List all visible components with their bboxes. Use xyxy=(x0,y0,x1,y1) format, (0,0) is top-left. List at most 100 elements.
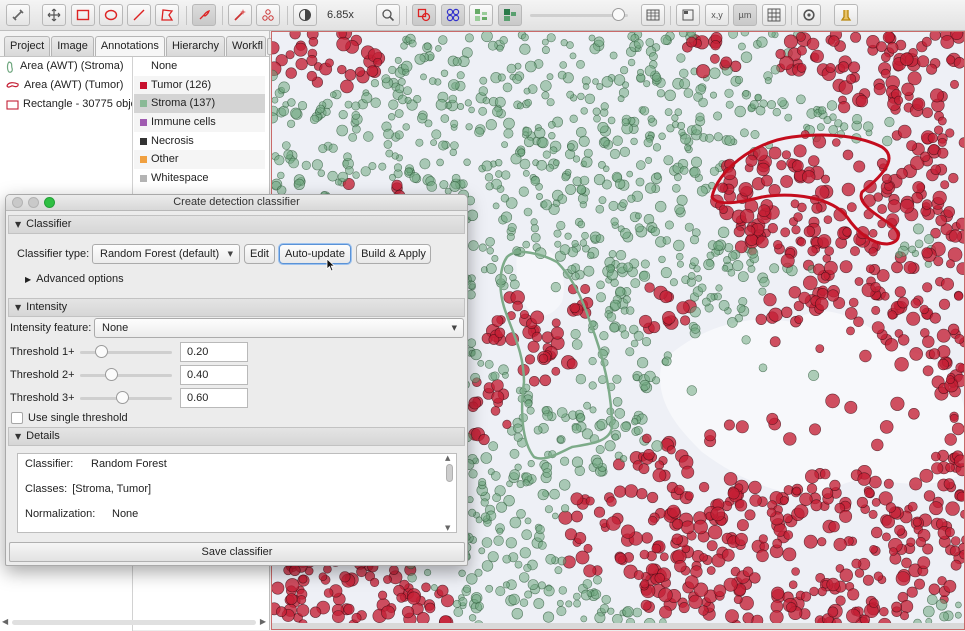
stroma-cell-detection[interactable] xyxy=(519,573,529,583)
tumor-cell-detection[interactable] xyxy=(957,492,965,501)
stroma-cell-detection[interactable] xyxy=(394,164,402,172)
stroma-cell-detection[interactable] xyxy=(284,150,293,159)
stroma-cell-detection[interactable] xyxy=(479,87,488,96)
stroma-cell-detection[interactable] xyxy=(737,304,745,312)
stroma-cell-detection[interactable] xyxy=(453,600,460,607)
tumor-cell-detection[interactable] xyxy=(782,151,791,160)
threshold-3-field[interactable]: 0.60 xyxy=(180,388,248,408)
stroma-cell-detection[interactable] xyxy=(661,35,671,45)
tumor-cell-detection[interactable] xyxy=(662,311,675,324)
stroma-cell-detection[interactable] xyxy=(654,173,661,180)
tumor-cell-detection[interactable] xyxy=(882,533,890,541)
stroma-cell-detection[interactable] xyxy=(512,608,523,619)
stroma-cell-detection[interactable] xyxy=(771,65,780,74)
stroma-cell-detection[interactable] xyxy=(913,224,923,234)
wand-tool-icon[interactable] xyxy=(228,4,252,26)
stroma-cell-detection[interactable] xyxy=(382,75,390,83)
stroma-cell-detection[interactable] xyxy=(651,227,660,236)
tumor-cell-detection[interactable] xyxy=(290,565,301,576)
tumor-cell-detection[interactable] xyxy=(910,347,923,360)
stroma-cell-detection[interactable] xyxy=(645,66,656,77)
tumor-cell-detection[interactable] xyxy=(870,545,878,553)
stroma-cell-detection[interactable] xyxy=(707,252,714,259)
tumor-cell-detection[interactable] xyxy=(810,587,819,596)
stroma-cell-detection[interactable] xyxy=(525,518,531,524)
stroma-cell-detection[interactable] xyxy=(770,264,779,273)
tumor-cell-detection[interactable] xyxy=(332,611,344,623)
stroma-cell-detection[interactable] xyxy=(940,612,949,621)
tumor-cell-detection[interactable] xyxy=(797,238,805,246)
stroma-cell-detection[interactable] xyxy=(502,142,508,148)
stroma-cell-detection[interactable] xyxy=(583,83,589,89)
tumor-cell-detection[interactable] xyxy=(808,246,818,256)
stroma-cell-detection[interactable] xyxy=(690,307,700,317)
stroma-cell-detection[interactable] xyxy=(768,32,775,37)
stroma-cell-detection[interactable] xyxy=(464,159,471,166)
tumor-cell-detection[interactable] xyxy=(836,596,846,606)
tumor-cell-detection[interactable] xyxy=(807,38,819,50)
tumor-cell-detection[interactable] xyxy=(653,469,666,482)
stroma-cell-detection[interactable] xyxy=(294,179,305,190)
stroma-cell-detection[interactable] xyxy=(573,593,580,600)
tumor-cell-detection[interactable] xyxy=(931,165,941,175)
tumor-cell-detection[interactable] xyxy=(808,156,819,167)
stroma-cell-detection[interactable] xyxy=(714,293,721,300)
tumor-cell-detection[interactable] xyxy=(832,139,840,147)
tumor-cell-detection[interactable] xyxy=(642,533,653,544)
tumor-cell-detection[interactable] xyxy=(795,315,803,323)
tumor-cell-detection[interactable] xyxy=(871,282,881,292)
stroma-cell-detection[interactable] xyxy=(538,582,545,589)
threshold-3-knob[interactable] xyxy=(116,391,129,404)
stroma-cell-detection[interactable] xyxy=(602,595,611,604)
tumor-cell-detection[interactable] xyxy=(735,533,747,545)
stroma-cell-detection[interactable] xyxy=(486,263,496,273)
stroma-cell-detection[interactable] xyxy=(635,224,643,232)
stroma-cell-detection[interactable] xyxy=(543,612,554,623)
stroma-cell-detection[interactable] xyxy=(755,94,762,101)
stroma-cell-detection[interactable] xyxy=(699,98,708,107)
tumor-cell-detection[interactable] xyxy=(887,42,898,53)
stroma-cell-detection[interactable] xyxy=(405,97,411,103)
stroma-cell-detection[interactable] xyxy=(352,111,360,119)
stroma-cell-detection[interactable] xyxy=(696,275,702,281)
stroma-cell-detection[interactable] xyxy=(558,195,567,204)
tumor-cell-detection[interactable] xyxy=(846,327,854,335)
tumor-cell-detection[interactable] xyxy=(850,32,860,42)
stroma-cell-detection[interactable] xyxy=(665,109,672,116)
show-detections-icon[interactable] xyxy=(498,4,522,26)
stroma-cell-detection[interactable] xyxy=(773,108,781,116)
stroma-cell-detection[interactable] xyxy=(740,129,748,137)
stroma-cell-detection[interactable] xyxy=(710,167,719,176)
stroma-cell-detection[interactable] xyxy=(808,370,818,380)
stroma-cell-detection[interactable] xyxy=(581,616,587,622)
tumor-cell-detection[interactable] xyxy=(855,277,863,285)
stroma-cell-detection[interactable] xyxy=(480,77,487,84)
tumor-cell-detection[interactable] xyxy=(469,397,481,409)
stroma-cell-detection[interactable] xyxy=(558,71,566,79)
tumor-cell-detection[interactable] xyxy=(758,205,770,217)
stroma-cell-detection[interactable] xyxy=(457,72,464,79)
tumor-cell-detection[interactable] xyxy=(941,278,953,290)
save-classifier-button[interactable]: Save classifier xyxy=(9,542,465,562)
stroma-cell-detection[interactable] xyxy=(577,414,585,422)
stroma-cell-detection[interactable] xyxy=(524,564,532,572)
stroma-cell-detection[interactable] xyxy=(432,130,441,139)
stroma-cell-detection[interactable] xyxy=(626,348,634,356)
tumor-cell-detection[interactable] xyxy=(913,518,921,526)
stroma-cell-detection[interactable] xyxy=(565,233,572,240)
stroma-cell-detection[interactable] xyxy=(637,69,643,75)
stroma-cell-detection[interactable] xyxy=(601,103,609,111)
tumor-cell-detection[interactable] xyxy=(791,200,799,208)
stroma-cell-detection[interactable] xyxy=(713,112,721,120)
stroma-cell-detection[interactable] xyxy=(576,60,584,68)
stroma-cell-detection[interactable] xyxy=(672,115,679,122)
tumor-cell-detection[interactable] xyxy=(525,355,535,365)
stroma-cell-detection[interactable] xyxy=(574,600,581,607)
intensity-section-header[interactable]: ▼Intensity xyxy=(8,298,465,317)
stroma-cell-detection[interactable] xyxy=(710,92,716,98)
tumor-cell-detection[interactable] xyxy=(272,582,284,594)
tumor-cell-detection[interactable] xyxy=(680,316,690,326)
tumor-cell-detection[interactable] xyxy=(714,585,726,597)
tumor-cell-detection[interactable] xyxy=(891,262,902,273)
stroma-cell-detection[interactable] xyxy=(616,287,625,296)
